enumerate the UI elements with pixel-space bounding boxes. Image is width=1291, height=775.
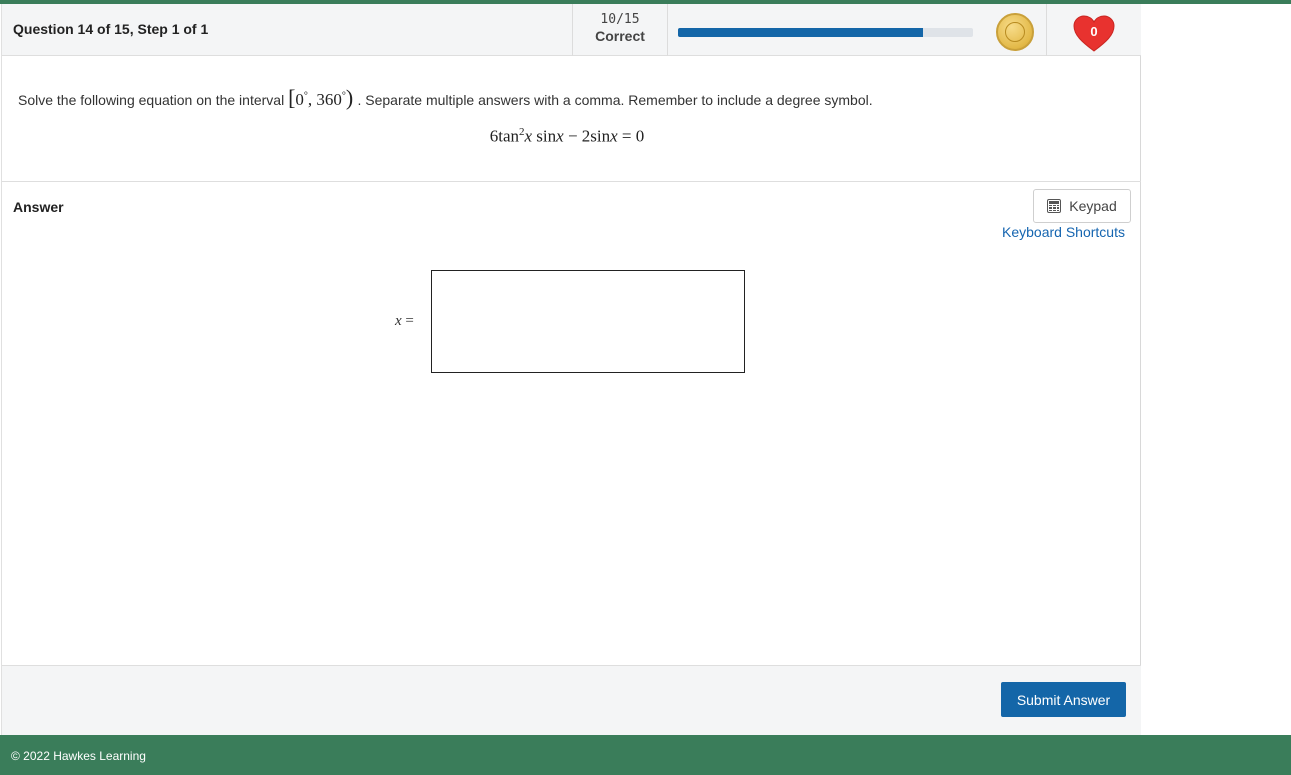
prompt-text: Solve the following equation on the inte… bbox=[18, 92, 285, 108]
page-footer: © 2022 Hawkes Learning bbox=[0, 735, 1291, 775]
score-box: 10/15 Correct bbox=[573, 11, 667, 45]
copyright-text: © 2022 Hawkes Learning bbox=[11, 749, 146, 763]
keypad-label: Keypad bbox=[1069, 198, 1117, 214]
coin-emblem bbox=[1005, 22, 1025, 42]
interval-expression: [0°, 360°) bbox=[288, 85, 357, 110]
equation-variable: x bbox=[524, 126, 533, 146]
heart-icon[interactable]: 0 bbox=[1072, 14, 1116, 54]
keyboard-shortcuts-link[interactable]: Keyboard Shortcuts bbox=[1002, 224, 1125, 240]
score-value: 10/15 bbox=[600, 12, 640, 27]
equals-sign: = bbox=[401, 313, 414, 329]
calculator-icon bbox=[1047, 199, 1062, 213]
progress-fill bbox=[678, 28, 923, 37]
question-prompt: Solve the following equation on the inte… bbox=[18, 85, 873, 111]
question-panel: Question 14 of 15, Step 1 of 1 10/15 Cor… bbox=[1, 4, 1141, 735]
answer-variable: x bbox=[395, 313, 402, 329]
interval-close: ) bbox=[345, 85, 354, 110]
hearts-count: 0 bbox=[1090, 24, 1098, 39]
submit-answer-button[interactable]: Submit Answer bbox=[1001, 682, 1126, 717]
equation-term: − 2sin bbox=[563, 126, 611, 146]
interval-start: 0 bbox=[295, 90, 304, 109]
answer-variable-label: x = bbox=[395, 313, 414, 330]
answer-heading: Answer bbox=[13, 199, 64, 215]
question-header: Question 14 of 15, Step 1 of 1 10/15 Cor… bbox=[2, 4, 1141, 56]
equation: 6tan2x sinx − 2sinx = 0 bbox=[2, 126, 1132, 147]
score-label: Correct bbox=[595, 28, 645, 44]
equation-variable: x bbox=[556, 126, 564, 146]
gold-coin-icon[interactable] bbox=[996, 13, 1034, 51]
interval-end: 360 bbox=[316, 90, 342, 109]
equation-term: sin bbox=[532, 126, 557, 146]
keypad-button[interactable]: Keypad bbox=[1033, 189, 1131, 223]
question-area: Solve the following equation on the inte… bbox=[2, 56, 1141, 182]
answer-input[interactable] bbox=[431, 270, 745, 373]
equation-rhs: = 0 bbox=[617, 126, 645, 146]
header-divider bbox=[1046, 4, 1047, 56]
action-footer: Submit Answer bbox=[2, 665, 1141, 735]
progress-bar bbox=[678, 28, 973, 37]
prompt-text-after: . Separate multiple answers with a comma… bbox=[357, 92, 873, 108]
equation-variable: x bbox=[610, 126, 618, 146]
equation-term: 6tan bbox=[489, 126, 519, 146]
question-title: Question 14 of 15, Step 1 of 1 bbox=[13, 21, 209, 37]
header-divider bbox=[667, 4, 668, 56]
